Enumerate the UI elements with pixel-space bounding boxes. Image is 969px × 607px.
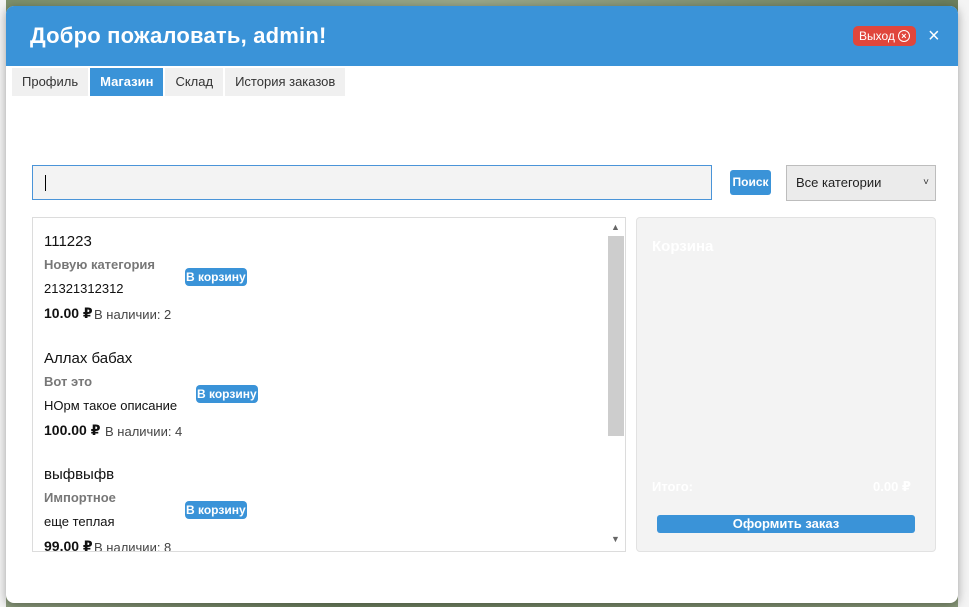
background-window-right: [958, 0, 969, 607]
product-category: Вот это: [44, 374, 93, 389]
cart-panel: Корзина Итого: 0.00 ₽ Оформить заказ: [636, 217, 936, 552]
window-title: Добро пожаловать, admin!: [30, 23, 327, 48]
product-list[interactable]: 111223 Новую категория 21321312312 10.00…: [32, 217, 626, 552]
search-button[interactable]: Поиск: [730, 170, 771, 195]
product-stock: В наличии: 8: [94, 540, 172, 552]
welcome-dialog: Добро пожаловать, admin! Выход × × Профи…: [6, 6, 958, 603]
search-input[interactable]: [32, 165, 712, 200]
chevron-down-icon: ˅: [923, 177, 929, 188]
product-description: 21321312312: [44, 281, 124, 296]
cart-total-value: 0.00 ₽: [873, 479, 911, 494]
product-name: Аллах бабах: [44, 350, 133, 367]
add-to-cart-button[interactable]: В корзину: [185, 268, 247, 286]
product-name: 111223: [44, 233, 92, 250]
close-circle-icon: ×: [897, 30, 910, 42]
product-description: еще теплая: [44, 514, 115, 529]
category-select-value: Все категории: [796, 175, 882, 190]
scroll-thumb[interactable]: [608, 236, 624, 436]
cart-title: Корзина: [652, 238, 714, 255]
text-caret: [45, 175, 46, 191]
product-category: Новую категория: [44, 257, 155, 272]
tab-order-history[interactable]: История заказов: [225, 68, 346, 96]
place-order-button[interactable]: Оформить заказ: [657, 515, 915, 533]
product-name: выфвыфв: [44, 466, 115, 483]
scroll-up-icon[interactable]: ▲: [611, 222, 620, 232]
product-list-scrollbar[interactable]: ▲ ▼: [607, 218, 625, 551]
product-price: 10.00 ₽: [44, 305, 93, 321]
product-stock: В наличии: 2: [94, 307, 172, 322]
tab-shop[interactable]: Магазин: [90, 68, 164, 96]
logout-label: Выход: [859, 29, 895, 43]
product-price: 100.00 ₽: [44, 422, 101, 438]
scroll-down-icon[interactable]: ▼: [611, 534, 620, 544]
tab-profile[interactable]: Профиль: [12, 68, 89, 96]
add-to-cart-button[interactable]: В корзину: [185, 501, 247, 519]
product-description: НОрм такое описание: [44, 398, 178, 413]
title-bar: Добро пожаловать, admin! Выход × ×: [6, 6, 958, 66]
product-category: Импортное: [44, 490, 116, 505]
logout-button[interactable]: Выход ×: [853, 26, 916, 46]
tab-bar: Профиль Магазин Склад История заказов: [12, 68, 347, 96]
cart-total-label: Итого:: [652, 479, 693, 494]
close-icon[interactable]: ×: [928, 26, 940, 46]
tab-warehouse[interactable]: Склад: [165, 68, 224, 96]
product-stock: В наличии: 4: [105, 424, 183, 439]
add-to-cart-button[interactable]: В корзину: [196, 385, 258, 403]
category-select[interactable]: Все категории ˅: [786, 165, 936, 201]
product-price: 99.00 ₽: [44, 538, 93, 552]
